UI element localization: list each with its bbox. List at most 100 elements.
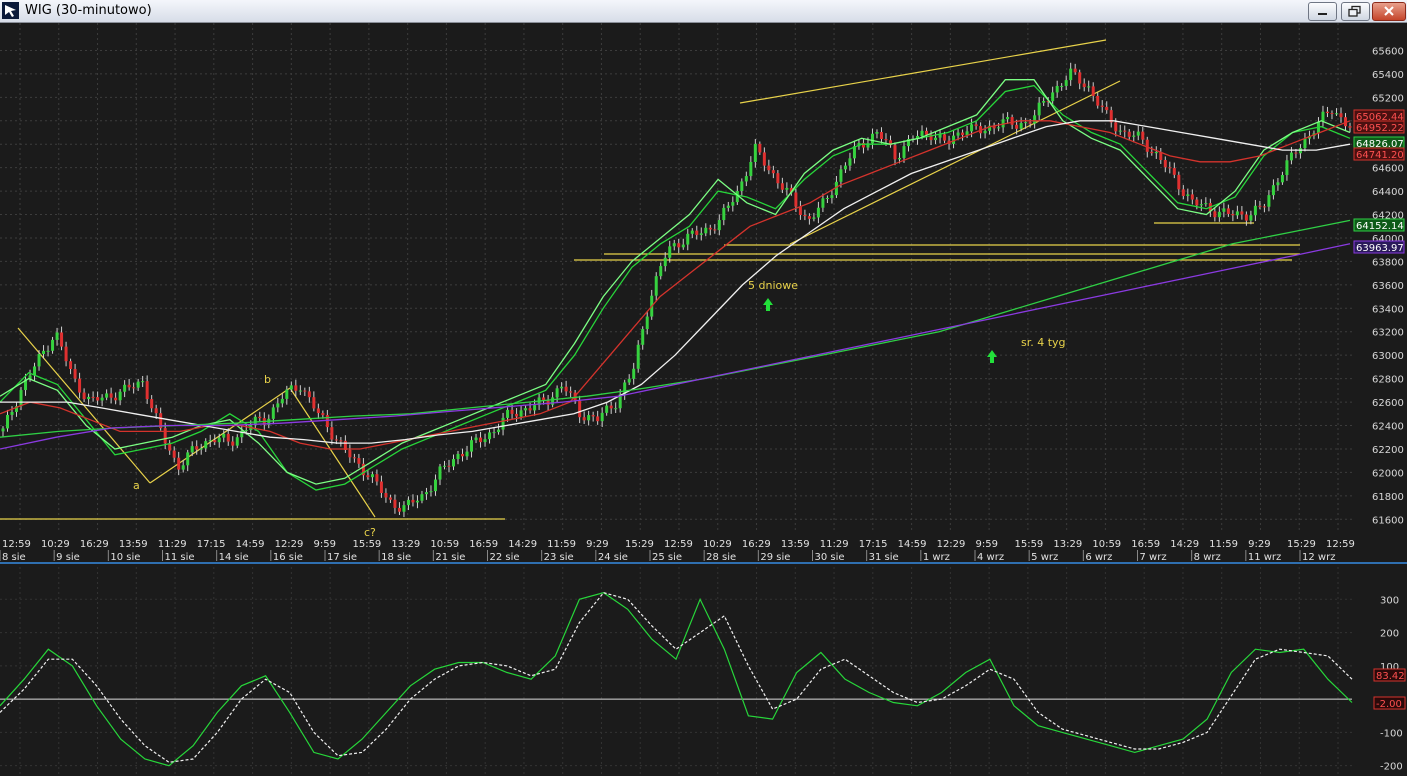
candle-body [10,411,14,415]
candle-body [645,316,649,330]
candle-body [510,409,514,414]
candle-body [1024,122,1028,124]
candle-body [740,181,744,192]
candle-body [1015,124,1019,129]
candle-body [78,378,82,393]
x-date-label: 8 wrz [1194,552,1221,563]
candle-body [1244,214,1248,221]
candle-body [1280,175,1284,183]
candle-body [1348,126,1352,128]
candle-body [213,440,217,443]
candle-body [105,393,109,398]
price-y-tick-label: 63600 [1372,281,1404,292]
candle-body [1060,85,1064,87]
candle-body [1190,194,1194,200]
candle-body [415,500,419,503]
candle-body [73,368,77,379]
x-time-label: 17:15 [859,539,888,550]
candle-body [1051,92,1055,102]
candle-body [708,227,712,230]
candle-body [199,448,203,450]
candle-body [659,266,663,277]
candle-body [816,207,820,218]
wave-label-b: b [264,373,271,386]
candle-body [758,143,762,153]
candle-body [551,397,555,405]
candle-body [352,457,356,459]
candle-body [524,408,528,411]
candle-body [1069,68,1073,81]
candle-body [596,416,600,422]
candle-body [753,143,757,162]
x-time-label: 12:29 [937,539,966,550]
candle-body [600,412,604,422]
x-time-label: 14:29 [1170,539,1199,550]
label-5-dniowe: 5 dniowe [748,279,798,292]
candle-body [695,230,699,235]
title-bar[interactable]: WIG (30-minutowo) [0,0,1407,23]
candle-body [587,415,591,421]
x-date-label: 10 sie [110,552,140,563]
candle-body [127,384,131,388]
candle-body [1177,174,1181,190]
candle-body [780,183,784,190]
minimize-button[interactable] [1308,2,1337,21]
candle-body [934,137,938,141]
candle-body [488,432,492,440]
candle-body [163,428,167,444]
candle-body [141,381,145,383]
candle-body [118,391,122,401]
candle-body [1118,130,1122,132]
candle-body [677,243,681,248]
x-time-label: 16:59 [469,539,498,550]
candle-body [150,399,154,409]
candle-body [82,392,86,400]
x-time-label: 11:59 [1209,539,1238,550]
candle-body [771,170,775,174]
candle-body [672,243,676,247]
candle-body [1033,115,1037,124]
price-y-tick-label: 62800 [1372,375,1404,386]
candle-body [276,403,280,408]
candle-body [271,407,275,419]
x-date-label: 24 sie [598,552,628,563]
candle-body [1114,122,1118,132]
candle-body [609,405,613,409]
candle-body [447,465,451,467]
candle-body [1163,160,1167,168]
restore-button[interactable] [1341,2,1370,21]
close-button[interactable] [1372,2,1406,21]
x-time-label: 15:59 [352,539,381,550]
candle-body [776,173,780,184]
candle-body [321,413,325,416]
candle-body [1285,160,1289,176]
candle-body [839,169,843,182]
candle-body [456,453,460,460]
candle-body [1330,113,1334,115]
candle-body [452,459,456,467]
candle-body [668,246,672,258]
candle-body [1154,151,1158,154]
x-date-label: 8 sie [2,552,26,563]
x-date-label: 6 wrz [1085,552,1112,563]
candle-body [902,146,906,158]
candle-body [483,439,487,443]
price-y-tick-label: 62000 [1372,468,1404,479]
chart-window: WIG (30-minutowo) 61600 61800 62000 62200 62… [0,0,1407,776]
candle-body [37,353,41,367]
candle-body [420,494,424,501]
candle-body [195,446,199,450]
candle-body [479,437,483,443]
wave-label-c: c? [364,526,376,539]
candle-body [226,433,230,442]
candle-body [190,446,194,453]
candle-body [1334,113,1338,115]
candle-body [956,132,960,136]
candle-body [316,408,320,414]
last-value-label: 64741.20 [1356,150,1404,161]
candle-body [555,388,559,398]
chart-area: 61600 61800 62000 62200 62400 62600 62800 63000… [0,23,1407,776]
price-y-tick-label: 62600 [1372,398,1404,409]
candle-body [1321,111,1325,122]
candle-body [370,474,374,478]
